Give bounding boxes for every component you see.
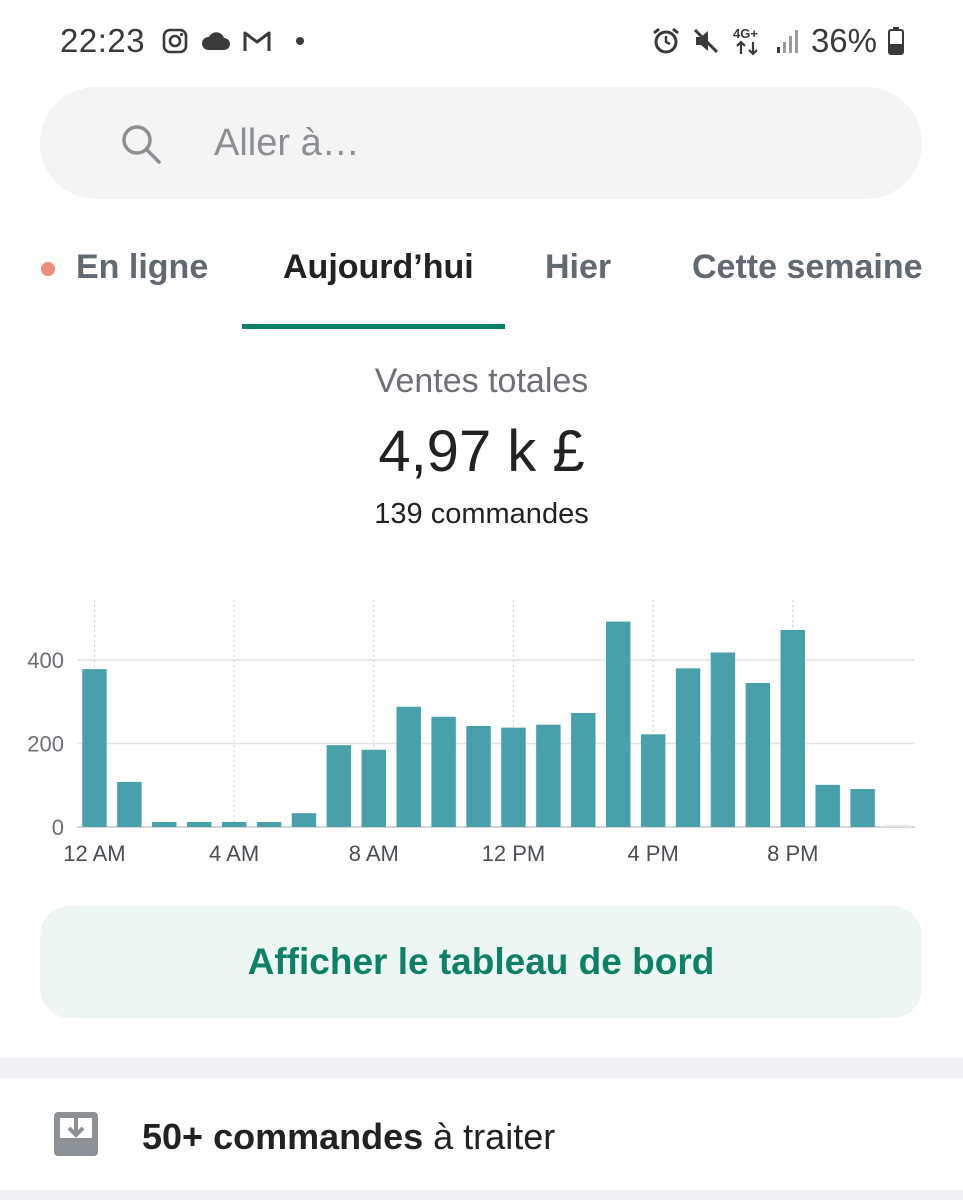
status-left-icons — [162, 28, 308, 54]
gmail-icon — [242, 29, 272, 53]
network-label: 4G+ — [733, 26, 758, 41]
x-tick-label: 12 AM — [63, 841, 125, 866]
battery-icon — [887, 26, 905, 56]
chart-bar — [186, 821, 212, 827]
total-sales-label: Ventes totales — [374, 362, 589, 400]
x-tick-label: 12 PM — [482, 841, 546, 866]
chart-bar — [256, 821, 282, 827]
status-right-icons: 4G+ 36% — [651, 22, 905, 60]
inbox-download-icon — [52, 1110, 100, 1158]
chart-bar — [536, 724, 561, 827]
cloud-icon — [200, 30, 230, 52]
search-bar[interactable] — [40, 87, 922, 199]
chart-bar — [291, 813, 317, 827]
chart-bar — [326, 745, 352, 827]
mute-icon — [691, 26, 721, 56]
chart-bar — [501, 727, 526, 827]
chart-bar — [466, 725, 491, 827]
live-indicator-dot — [41, 262, 55, 276]
chart-bar — [82, 669, 107, 827]
view-dashboard-button[interactable]: Afficher le tableau de bord — [40, 906, 922, 1018]
chart-bar — [710, 652, 736, 827]
chart-bar — [885, 824, 910, 827]
instagram-icon — [162, 28, 188, 54]
search-icon — [120, 123, 162, 165]
x-tick-label: 4 AM — [209, 841, 259, 866]
chart-bar — [571, 713, 596, 827]
status-bar: 22:23 4G+ 36% — [0, 0, 963, 86]
tab-hier[interactable]: Hier — [545, 248, 611, 287]
x-tick-label: 4 PM — [627, 841, 678, 866]
chart-bar — [640, 734, 666, 827]
x-tick-label: 8 AM — [349, 841, 399, 866]
orders-to-process-row[interactable]: 50+ commandes à traiter — [0, 1078, 963, 1190]
chart-bar — [117, 781, 142, 827]
chart-bar — [780, 629, 806, 827]
y-tick-label: 0 — [52, 815, 64, 840]
battery-percent: 36% — [810, 22, 877, 59]
chart-bar — [361, 749, 387, 827]
y-tick-label: 200 — [27, 732, 64, 757]
chart-bar — [850, 789, 875, 827]
bottom-divider — [0, 1190, 963, 1200]
orders-count: 139 commandes — [374, 498, 589, 530]
search-input[interactable] — [212, 113, 866, 173]
4g-plus-icon: 4G+ — [731, 25, 765, 57]
chart-bar — [675, 668, 701, 827]
chart-bar — [745, 682, 771, 827]
total-sales-value: 4,97 k £ — [378, 419, 585, 484]
tab-aujourdhui[interactable]: Aujourd’hui — [283, 248, 474, 287]
tab-cette-semaine[interactable]: Cette semaine — [692, 248, 923, 287]
chart-bar — [431, 716, 456, 827]
tab-en-ligne[interactable]: En ligne — [76, 248, 208, 287]
alarm-icon — [651, 26, 681, 56]
chart-bar — [221, 821, 247, 827]
orders-to-process-text: 50+ commandes à traiter — [142, 1116, 555, 1158]
status-time: 22:23 — [60, 22, 146, 59]
x-tick-label: 8 PM — [767, 841, 818, 866]
dot-icon — [284, 35, 308, 47]
chart-bar — [152, 821, 177, 827]
y-tick-label: 400 — [27, 648, 64, 673]
view-dashboard-label: Afficher le tableau de bord — [247, 941, 715, 982]
active-tab-indicator — [242, 324, 505, 329]
orders-to-process-suffix: à traiter — [423, 1116, 556, 1157]
signal-icon — [775, 27, 801, 55]
section-divider — [0, 1058, 963, 1078]
chart-bar — [815, 784, 840, 827]
hourly-sales-chart: 0 200 400 12 AM 4 AM 8 AM 12 PM 4 PM 8 PM — [27, 600, 915, 866]
orders-to-process-count: 50+ commandes — [142, 1116, 424, 1157]
chart-bar — [605, 621, 631, 827]
chart-bar — [396, 706, 421, 827]
